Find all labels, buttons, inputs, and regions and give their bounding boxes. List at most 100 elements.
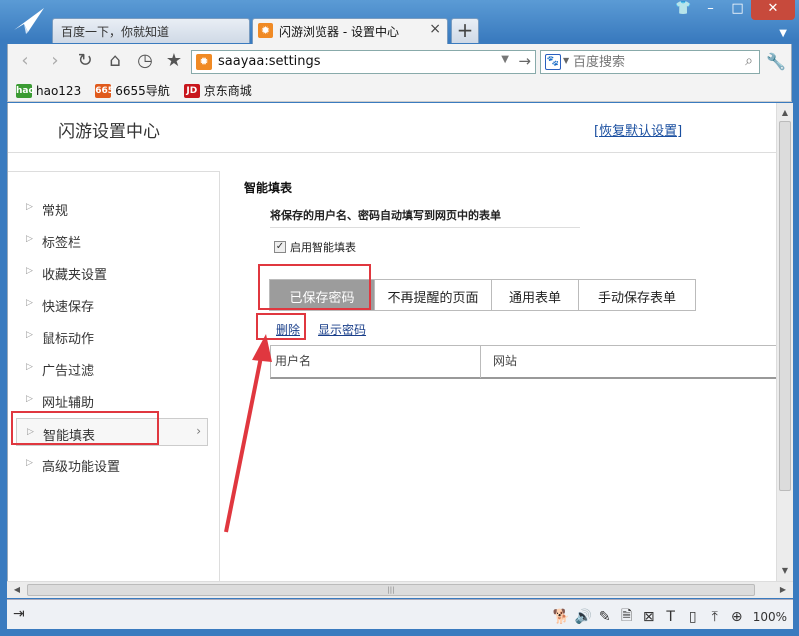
minimize-button[interactable]: – bbox=[697, 0, 724, 20]
zoom-icon[interactable]: ⊕ bbox=[729, 609, 745, 625]
restore-defaults-link[interactable]: [恢复默认设置] bbox=[594, 120, 682, 139]
titlebar: 百度一下，你就知道 ✹ 闪游浏览器 - 设置中心 × + 👕 – □ ✕ ▼ bbox=[0, 0, 799, 44]
address-bar[interactable]: ✹ saayaa:settings ▼ → bbox=[191, 50, 536, 74]
search-input[interactable] bbox=[573, 53, 733, 71]
hao123-icon: hao bbox=[16, 83, 35, 98]
column-username[interactable]: 用户名 bbox=[271, 346, 481, 378]
sidebar-item-label: 鼠标动作 bbox=[42, 332, 95, 347]
sidebar-item-general[interactable]: ▷ 常规 bbox=[8, 194, 220, 222]
sidebar-item-tabbar[interactable]: ▷ 标签栏 bbox=[8, 226, 220, 254]
search-box: 🐾 ▼ ⌕ bbox=[540, 50, 760, 74]
column-website[interactable]: 网站 bbox=[481, 346, 776, 378]
sidebar-item-ad-filter[interactable]: ▷ 广告过滤 bbox=[8, 354, 220, 382]
sidebar-item-label: 快速保存 bbox=[42, 300, 95, 315]
tab-list-dropdown-icon[interactable]: ▼ bbox=[779, 28, 787, 39]
forward-icon[interactable]: › bbox=[44, 50, 66, 72]
tab-common-forms[interactable]: 通用表单 bbox=[491, 279, 579, 311]
settings-gear-icon: ✹ bbox=[196, 54, 212, 70]
browser-window: 百度一下，你就知道 ✹ 闪游浏览器 - 设置中心 × + 👕 – □ ✕ ▼ ‹… bbox=[0, 0, 799, 636]
scroll-left-icon[interactable]: ◀ bbox=[9, 582, 25, 598]
address-dropdown-icon[interactable]: ▼ bbox=[501, 54, 509, 65]
page-title: 闪游设置中心 bbox=[58, 122, 160, 142]
tab-close-icon[interactable]: × bbox=[429, 21, 441, 37]
bookmark-label: 6655导航 bbox=[115, 84, 170, 98]
horizontal-scrollbar[interactable]: ◀ ||| ▶ bbox=[7, 581, 793, 598]
scroll-right-icon[interactable]: ▶ bbox=[775, 582, 791, 598]
sidebar-item-url-assist[interactable]: ▷ 网址辅助 bbox=[8, 386, 220, 414]
tab-manual-saved-forms[interactable]: 手动保存表单 bbox=[578, 279, 696, 311]
tab-label: 闪游浏览器 - 设置中心 bbox=[279, 25, 399, 39]
favorite-star-icon[interactable]: ★ bbox=[163, 50, 185, 72]
sidebar-toggle-icon[interactable]: ⇥ bbox=[13, 606, 25, 622]
bookmark-label: 京东商城 bbox=[203, 84, 252, 98]
navigation-toolbar: ‹ › ↻ ⌂ ◷ ★ ✹ saayaa:settings ▼ → 🐾 ▼ ⌕ … bbox=[7, 44, 792, 80]
sidebar-item-favorites[interactable]: ▷ 收藏夹设置 bbox=[8, 258, 220, 286]
triangle-right-icon: ▷ bbox=[26, 234, 33, 244]
skin-icon[interactable]: 👕 bbox=[670, 0, 697, 20]
settings-page: 闪游设置中心 [恢复默认设置] ▷ 常规 ▷ 标签栏 ▷ 收藏夹设置 ▷ 快速保存 ▷ 鼠… bbox=[7, 103, 776, 581]
close-window-icon[interactable]: ⊠ bbox=[641, 609, 657, 625]
triangle-right-icon: ▷ bbox=[26, 266, 33, 276]
settings-sidebar: ▷ 常规 ▷ 标签栏 ▷ 收藏夹设置 ▷ 快速保存 ▷ 鼠标动作 ▷ 广告过滤 ▷ 网址辅助 … bbox=[8, 171, 220, 581]
window-controls: 👕 – □ ✕ bbox=[670, 0, 795, 22]
sidebar-item-label: 标签栏 bbox=[42, 236, 82, 251]
home-icon[interactable]: ⌂ bbox=[104, 50, 126, 72]
chevron-right-icon: › bbox=[196, 424, 201, 438]
status-bar: ⇥ 🐕 🔊 ✎ 🗎 ⊠ T ▯ ⤒ ⊕ 100% bbox=[7, 599, 793, 629]
go-arrow-icon[interactable]: → bbox=[518, 52, 531, 70]
bookmark-hao123[interactable]: hao hao123 bbox=[16, 83, 81, 98]
show-password-link[interactable]: 显示密码 bbox=[318, 321, 366, 338]
highlight-box-delete bbox=[256, 313, 306, 340]
status-icons: 🐕 🔊 ✎ 🗎 ⊠ T ▯ ⤒ ⊕ 100% bbox=[553, 605, 787, 629]
scroll-top-icon[interactable]: ⤒ bbox=[707, 609, 723, 625]
back-icon[interactable]: ‹ bbox=[14, 50, 36, 72]
triangle-right-icon: ▷ bbox=[26, 458, 33, 468]
section-title: 智能填表 bbox=[244, 181, 293, 195]
vertical-scrollbar[interactable]: ▲ ▼ bbox=[776, 103, 793, 581]
scroll-up-icon[interactable]: ▲ bbox=[777, 105, 793, 121]
triangle-right-icon: ▷ bbox=[26, 394, 33, 404]
horizontal-scroll-thumb[interactable]: ||| bbox=[27, 584, 755, 596]
edit-note-icon[interactable]: ✎ bbox=[597, 609, 613, 625]
triangle-right-icon: ▷ bbox=[26, 298, 33, 308]
enable-autofill-row[interactable]: ✓ 启用智能填表 bbox=[274, 239, 356, 255]
tab-baidu[interactable]: 百度一下，你就知道 bbox=[52, 18, 250, 43]
triangle-right-icon: ▷ bbox=[26, 202, 33, 212]
close-button[interactable]: ✕ bbox=[751, 0, 795, 20]
history-clock-icon[interactable]: ◷ bbox=[134, 50, 156, 72]
volume-icon[interactable]: 🔊 bbox=[575, 609, 592, 625]
search-engine-dropdown-icon[interactable]: ▼ bbox=[563, 56, 569, 65]
baidu-paw-icon[interactable]: 🐾 bbox=[545, 54, 561, 70]
settings-gear-icon: ✹ bbox=[258, 23, 273, 38]
highlight-box-saved-passwords-tab bbox=[258, 264, 371, 310]
autofill-panel: 智能填表 将保存的用户名、密码自动填写到网页中的表单 ✓ 启用智能填表 已保存密… bbox=[244, 175, 776, 575]
sidebar-item-mouse-gestures[interactable]: ▷ 鼠标动作 bbox=[8, 322, 220, 350]
refresh-icon[interactable]: ↻ bbox=[74, 50, 96, 72]
document-icon[interactable]: 🗎 bbox=[619, 605, 635, 629]
enable-autofill-checkbox[interactable]: ✓ bbox=[274, 241, 286, 253]
sidebar-item-label: 网址辅助 bbox=[42, 396, 95, 411]
jd-icon: JD bbox=[183, 83, 200, 98]
sidebar-item-label: 常规 bbox=[42, 204, 69, 219]
maximize-button[interactable]: □ bbox=[724, 0, 751, 20]
search-icon[interactable]: ⌕ bbox=[745, 53, 753, 69]
address-text: saayaa:settings bbox=[218, 54, 321, 69]
pet-icon[interactable]: 🐕 bbox=[553, 609, 570, 625]
sidebar-item-quick-save[interactable]: ▷ 快速保存 bbox=[8, 290, 220, 318]
page-header: 闪游设置中心 [恢复默认设置] bbox=[8, 103, 776, 153]
highlight-box-sidebar bbox=[11, 411, 159, 445]
vertical-scroll-thumb[interactable] bbox=[779, 121, 791, 491]
enable-autofill-label: 启用智能填表 bbox=[290, 241, 356, 254]
bookmark-jd[interactable]: JD 京东商城 bbox=[183, 82, 252, 99]
tab-settings[interactable]: ✹ 闪游浏览器 - 设置中心 × bbox=[252, 18, 448, 44]
page-icon[interactable]: ▯ bbox=[685, 609, 701, 625]
bookmark-6655[interactable]: 6655 6655导航 bbox=[95, 82, 170, 99]
text-icon[interactable]: T bbox=[663, 609, 679, 625]
tab-never-remind-pages[interactable]: 不再提醒的页面 bbox=[374, 279, 492, 311]
wrench-menu-icon[interactable]: 🔧 bbox=[766, 52, 786, 71]
zoom-level[interactable]: 100% bbox=[753, 610, 787, 624]
new-tab-button[interactable]: + bbox=[451, 18, 479, 43]
sidebar-item-advanced[interactable]: ▷ 高级功能设置 bbox=[8, 450, 220, 478]
password-table-header: 用户名 网站 bbox=[270, 345, 776, 379]
scroll-down-icon[interactable]: ▼ bbox=[777, 563, 793, 579]
